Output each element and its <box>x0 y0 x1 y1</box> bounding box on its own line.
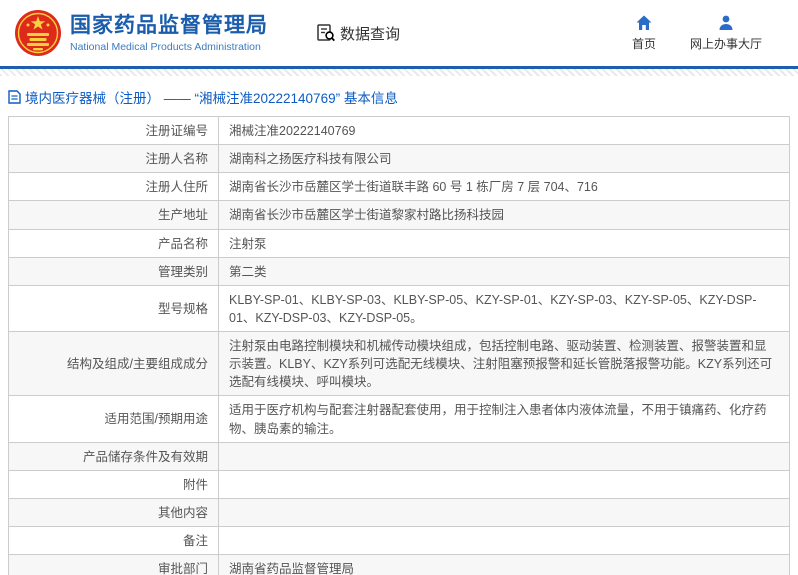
row-value: 湖南科之扬医疗科技有限公司 <box>219 145 789 172</box>
row-value-text: 湘械注准20222140769 <box>229 124 356 138</box>
row-value: 湖南省药品监督管理局 <box>219 555 789 575</box>
row-value-text: 湖南省长沙市岳麓区学士街道联丰路 60 号 1 栋厂房 7 层 704、716 <box>229 180 598 195</box>
home-icon <box>636 15 652 30</box>
row-value <box>219 471 789 498</box>
row-label: 产品储存条件及有效期 <box>9 442 219 470</box>
registration-detail-table: 注册证编号 湘械注准20222140769 注册人名称 湖南科之扬医疗科技有限公司 注册… <box>8 116 790 575</box>
row-label: 其他内容 <box>9 498 219 526</box>
table-row: 型号规格 KLBY-SP-01、KLBY-SP-03、KLBY-SP-05、KZY… <box>9 285 789 332</box>
row-value <box>219 499 789 526</box>
nav-item-home[interactable]: 首页 <box>632 14 656 52</box>
row-value-text: 湖南科之扬医疗科技有限公司 <box>229 152 392 167</box>
row-label: 备注 <box>9 527 219 555</box>
row-label: 结构及组成/主要组成成分 <box>9 332 219 396</box>
row-value: KLBY-SP-01、KLBY-SP-03、KLBY-SP-05、KZY-SP-… <box>219 286 789 331</box>
row-value-text: 注射泵由电路控制模块和机械传动模块组成，包括控制电路、驱动装置、检测装置、报警装… <box>229 339 773 390</box>
row-label-text: 产品储存条件及有效期 <box>82 449 208 464</box>
row-value: 第二类 <box>219 258 789 285</box>
nav-label-online-hall: 网上办事大厅 <box>689 37 762 51</box>
row-label: 注册人名称 <box>9 145 219 173</box>
row-value: 湖南省长沙市岳麓区学士街道联丰路 60 号 1 栋厂房 7 层 704、716 <box>219 173 789 200</box>
row-value: 湘械注准20222140769 <box>219 117 789 144</box>
row-value-text: 湖南省长沙市岳麓区学士街道黎家村路比扬科技园 <box>229 208 505 223</box>
org-name-en: National Medical Products Administration <box>70 40 261 53</box>
nav-label-home: 首页 <box>631 37 656 51</box>
row-label-text: 型号规格 <box>157 301 208 316</box>
row-label-text: 注册人住所 <box>145 180 208 195</box>
table-row: 产品名称 注射泵 <box>9 229 789 258</box>
row-label: 管理类别 <box>9 257 219 285</box>
row-label: 注册证编号 <box>9 117 219 145</box>
table-row: 注册证编号 湘械注准20222140769 <box>9 117 789 146</box>
hatch-strip <box>0 69 798 76</box>
table-row: 适用范围/预期用途 适用于医疗机构与配套注射器配套使用，用于控制注入患者体内液体流… <box>9 396 789 443</box>
row-value <box>219 527 789 554</box>
table-row: 其他内容 <box>9 498 789 527</box>
row-label: 附件 <box>9 470 219 498</box>
row-label-text: 产品名称 <box>157 236 208 251</box>
row-value: 注射泵由电路控制模块和机械传动模块组成，包括控制电路、驱动装置、检测装置、报警装… <box>219 332 789 395</box>
table-row: 生产地址 湖南省长沙市岳麓区学士街道黎家村路比扬科技园 <box>9 201 789 230</box>
data-query-entry[interactable]: 数据查询 <box>316 23 400 44</box>
row-label-text: 结构及组成/主要组成成分 <box>67 357 208 372</box>
row-label: 产品名称 <box>9 229 219 257</box>
table-row: 结构及组成/主要组成成分 注射泵由电路控制模块和机械传动模块组成，包括控制电路、驱… <box>9 332 789 397</box>
data-query-label: 数据查询 <box>340 25 401 43</box>
row-label-text: 注册人名称 <box>145 152 208 167</box>
org-name-cn: 国家药品监督管理局 <box>70 14 268 38</box>
table-row: 注册人名称 湖南科之扬医疗科技有限公司 <box>9 145 789 174</box>
row-label: 注册人住所 <box>9 173 219 201</box>
national-emblem-logo <box>15 10 61 56</box>
row-value: 湖南省长沙市岳麓区学士街道黎家村路比扬科技园 <box>219 201 789 228</box>
breadcrumb: 境内医疗器械（注册） —— “湘械注准20222140769” 基本信息 <box>0 76 798 116</box>
row-label-text: 审批部门 <box>157 562 208 575</box>
row-label: 型号规格 <box>9 285 219 331</box>
row-label-text: 附件 <box>182 477 208 492</box>
row-value-text: 湖南省药品监督管理局 <box>229 562 355 575</box>
row-value: 注射泵 <box>219 230 789 257</box>
row-label-text: 管理类别 <box>157 264 208 279</box>
row-value <box>219 443 789 470</box>
row-label: 适用范围/预期用途 <box>9 396 219 442</box>
row-value-text: KLBY-SP-01、KLBY-SP-03、KLBY-SP-05、KZY-SP-… <box>229 292 757 325</box>
row-label: 审批部门 <box>9 555 219 575</box>
row-value: 适用于医疗机构与配套注射器配套使用，用于控制注入患者体内液体流量，不用于镇痛药、… <box>219 396 789 441</box>
table-row: 备注 <box>9 527 789 556</box>
table-row: 附件 <box>9 470 789 499</box>
row-label-text: 生产地址 <box>157 208 208 223</box>
table-row: 产品储存条件及有效期 <box>9 442 789 471</box>
document-icon <box>8 90 21 104</box>
data-query-icon <box>317 24 335 42</box>
table-row: 管理类别 第二类 <box>9 257 789 286</box>
nav-item-online-hall[interactable]: 网上办事大厅 <box>690 14 762 52</box>
header-nav: 首页 网上办事大厅 <box>632 14 784 52</box>
row-label-text: 备注 <box>182 534 208 548</box>
row-value-text: 第二类 <box>229 264 267 279</box>
site-header: 国家药品监督管理局 National Medical Products Admi… <box>0 0 798 66</box>
row-value-text: 适用于医疗机构与配套注射器配套使用，用于控制注入患者体内液体流量，不用于镇痛药、… <box>229 403 767 436</box>
user-icon <box>719 15 733 30</box>
page-title: 境内医疗器械（注册） —— “湘械注准20222140769” 基本信息 <box>25 91 398 106</box>
row-value-text: 注射泵 <box>229 236 267 251</box>
table-row: 审批部门 湖南省药品监督管理局 <box>9 555 789 575</box>
table-row: 注册人住所 湖南省长沙市岳麓区学士街道联丰路 60 号 1 栋厂房 7 层 704… <box>9 173 789 202</box>
row-label: 生产地址 <box>9 201 219 229</box>
row-label-text: 适用范围/预期用途 <box>104 412 208 427</box>
org-title-block: 国家药品监督管理局 National Medical Products Admi… <box>70 13 268 52</box>
row-label-text: 其他内容 <box>157 505 208 520</box>
row-label-text: 注册证编号 <box>145 124 208 138</box>
